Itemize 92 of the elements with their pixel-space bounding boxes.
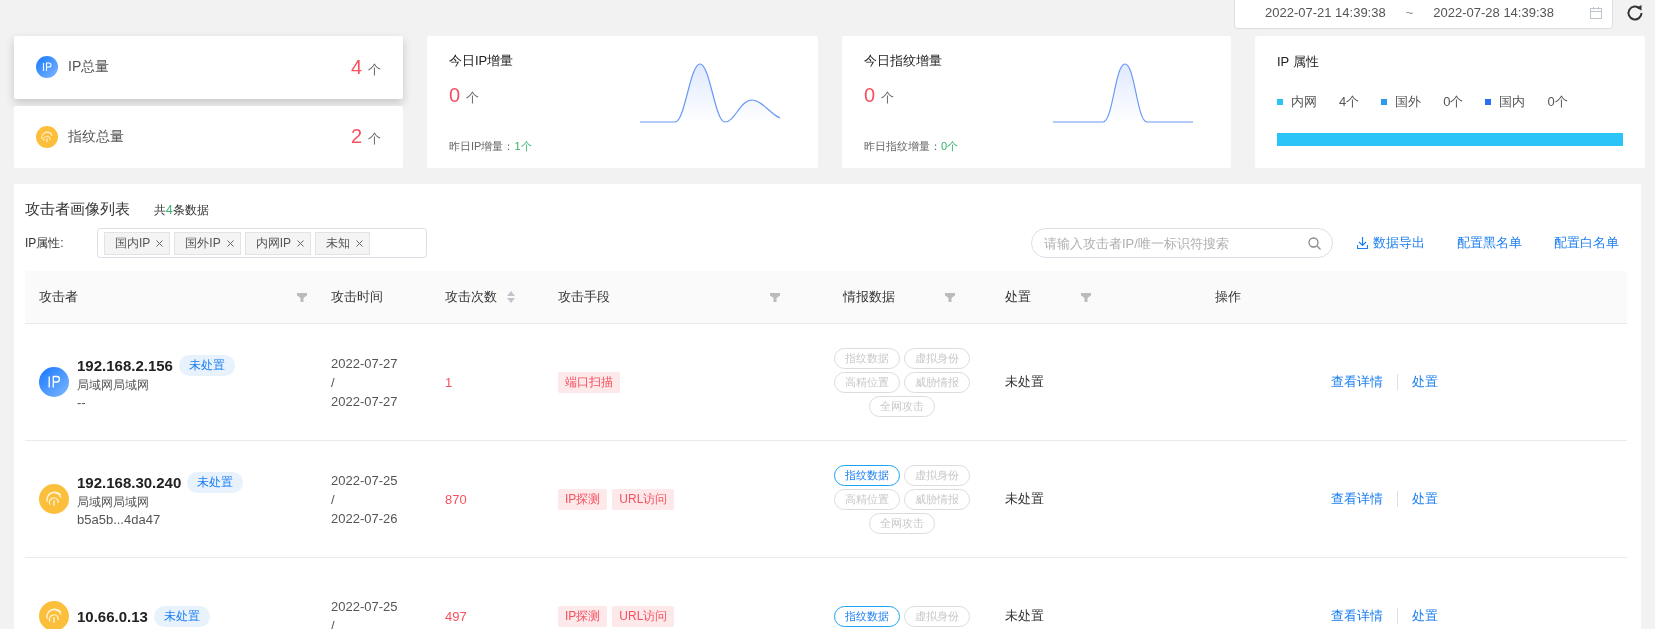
legend-count: 4个: [1339, 93, 1360, 111]
legend-count: 0个: [1443, 93, 1464, 111]
column-header: 处置: [1005, 288, 1031, 306]
yesterday-increment: 昨日IP增量：1个: [449, 139, 532, 154]
toolbar-link[interactable]: 配置黑名单: [1457, 234, 1522, 252]
column-header: 操作: [1215, 288, 1241, 306]
date-range-picker[interactable]: 2022-07-21 14:39:38 ~ 2022-07-28 14:39:38: [1233, 0, 1613, 29]
range-separator: ~: [1405, 5, 1414, 20]
filter-tag: 内网IP: [244, 231, 312, 255]
row-action-link[interactable]: 处置: [1412, 490, 1438, 508]
attack-method-tag: IP探测: [558, 605, 608, 627]
attacker-ip: 192.168.2.156: [77, 356, 173, 374]
close-icon[interactable]: [297, 239, 305, 247]
attack-start-date: 2022-07-25: [331, 599, 399, 614]
increment-value: 0: [864, 84, 876, 107]
row-action-link[interactable]: 查看详情: [1331, 373, 1383, 391]
status-badge: 未处置: [153, 605, 210, 627]
attack-method-tag: 端口扫描: [558, 371, 620, 393]
attack-count: 497: [445, 608, 467, 624]
date-separator: /: [331, 491, 336, 507]
attacker-identifier: b5a5b...4da47: [77, 511, 162, 527]
toolbar-link[interactable]: 配置白名单: [1554, 234, 1619, 252]
ip-icon: [36, 56, 58, 79]
attack-count: 1: [445, 374, 453, 390]
row-action-link[interactable]: 查看详情: [1331, 607, 1383, 625]
close-icon[interactable]: [226, 239, 234, 247]
date-separator: /: [331, 374, 336, 390]
row-action-link[interactable]: 查看详情: [1331, 490, 1383, 508]
fingerprint-icon: [39, 601, 69, 629]
legend-count: 0个: [1547, 93, 1568, 111]
attack-start-date: 2022-07-27: [331, 355, 399, 371]
end-date: 2022-07-28 14:39:38: [1433, 5, 1554, 20]
ip-icon: [39, 367, 69, 397]
list-title: 攻击者画像列表: [25, 200, 130, 219]
close-icon[interactable]: [356, 239, 364, 247]
search-icon: [1308, 237, 1321, 250]
record-count: 共4条数据: [154, 202, 209, 219]
card-title: 今日IP增量: [449, 52, 515, 70]
disposal-status: 未处置: [1005, 374, 1044, 389]
column-header: 攻击次数: [445, 288, 497, 306]
total-unit: 个: [368, 60, 381, 79]
increment-unit: 个: [466, 89, 480, 107]
legend-label: 内网: [1291, 93, 1317, 111]
close-icon[interactable]: [156, 239, 164, 247]
attack-method-tag: URL访问: [612, 605, 675, 627]
filter-tag: 国内IP: [104, 231, 171, 255]
filter-select[interactable]: 国内IP 国外IP 内网IP 未知: [97, 228, 427, 258]
column-header: 攻击者: [39, 288, 78, 306]
column-header: 情报数据: [842, 288, 895, 306]
refresh-icon[interactable]: [1625, 3, 1645, 23]
total-card[interactable]: IP总量 4 个: [14, 36, 403, 99]
total-card[interactable]: 指纹总量 2 个: [14, 105, 403, 168]
legend-label: 国内: [1499, 93, 1526, 111]
column-header: 攻击手段: [558, 288, 610, 306]
fingerprint-icon: [36, 125, 58, 148]
legend-label: 国外: [1395, 93, 1422, 111]
status-badge: 未处置: [178, 354, 235, 376]
download-icon: [1357, 237, 1368, 249]
attacker-ip: 10.66.0.13: [77, 607, 148, 625]
attacker-location: 局域网局域网: [77, 493, 150, 511]
total-label: 指纹总量: [68, 127, 125, 146]
start-date: 2022-07-21 14:39:38: [1264, 5, 1386, 20]
row-action-link[interactable]: 处置: [1412, 373, 1438, 391]
yesterday-increment: 昨日指纹增量：0个: [864, 139, 959, 154]
fingerprint-icon: [39, 484, 69, 514]
filter-label: IP属性:: [25, 234, 65, 252]
attacker-ip: 192.168.30.240: [77, 473, 182, 491]
card-title: IP 属性: [1277, 53, 1320, 71]
row-action-link[interactable]: 处置: [1412, 607, 1438, 625]
attack-end-date: 2022-07-27: [331, 393, 399, 409]
disposal-status: 未处置: [1005, 608, 1044, 623]
toolbar-link[interactable]: 数据导出: [1373, 234, 1425, 252]
attack-method-tag: URL访问: [612, 488, 675, 510]
total-label: IP总量: [68, 58, 111, 77]
attack-start-date: 2022-07-25: [331, 472, 399, 488]
increment-value: 0: [449, 84, 461, 107]
attack-count: 870: [445, 491, 467, 507]
calendar-icon: [1590, 6, 1602, 19]
increment-unit: 个: [881, 89, 895, 107]
attacker-location: 局域网局域网: [77, 376, 150, 394]
total-value: 2: [350, 125, 362, 149]
filter-tag: 国外IP: [174, 231, 241, 255]
attack-method-tag: IP探测: [558, 488, 608, 510]
card-title: 今日指纹增量: [864, 52, 943, 70]
total-value: 4: [350, 55, 362, 79]
column-header: 攻击时间: [331, 288, 383, 306]
disposal-status: 未处置: [1005, 491, 1044, 506]
filter-tag: 未知: [315, 231, 371, 255]
total-unit: 个: [368, 130, 381, 149]
attacker-identifier: --: [77, 394, 87, 410]
status-badge: 未处置: [187, 471, 244, 493]
attack-end-date: 2022-07-26: [331, 510, 399, 526]
